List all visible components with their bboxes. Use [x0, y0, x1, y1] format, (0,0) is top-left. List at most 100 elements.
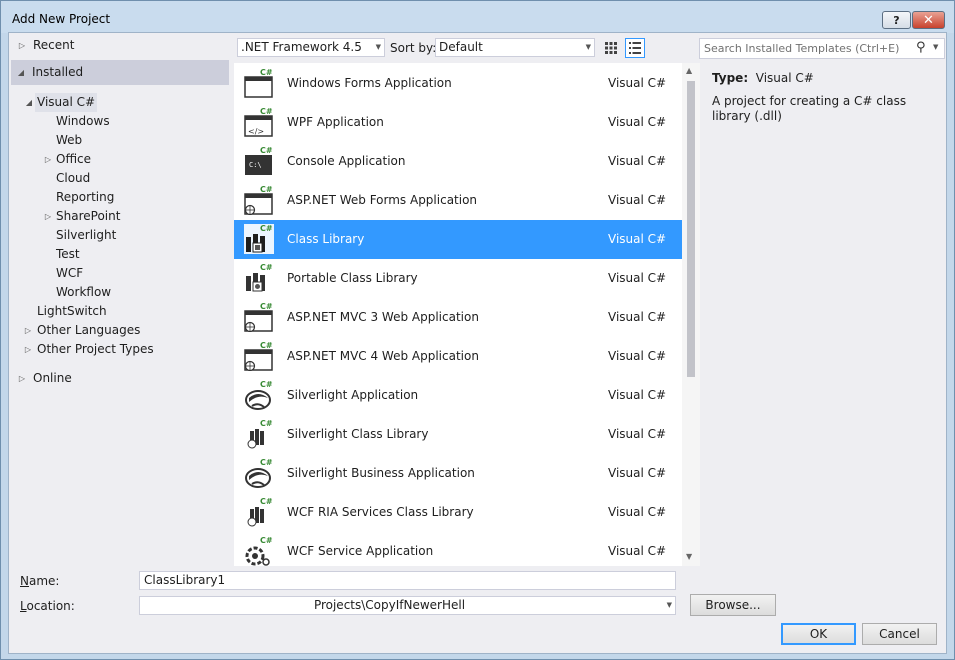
svg-text:C#: C#: [260, 107, 273, 116]
add-new-project-dialog: Add New Project ? ✕ ▷ Recent ◢ Installed…: [0, 0, 955, 660]
silverlight-icon: C#: [245, 380, 273, 410]
svg-text:C#: C#: [260, 380, 273, 389]
scrollbar-thumb[interactable]: [687, 81, 695, 377]
template-language: Visual C#: [608, 271, 667, 285]
tree-item-reporting[interactable]: Reporting: [11, 188, 229, 207]
expand-arrow-icon[interactable]: ▷: [23, 321, 33, 340]
collapse-arrow-icon[interactable]: ◢: [24, 93, 34, 112]
template-name: Silverlight Class Library: [287, 427, 429, 441]
tree-item-sharepoint[interactable]: ▷ SharePoint: [11, 207, 229, 226]
tree-item-web[interactable]: Web: [11, 131, 229, 150]
tree-item-installed[interactable]: ◢ Installed: [11, 63, 229, 82]
dialog-title: Add New Project: [12, 12, 111, 26]
template-name: Class Library: [287, 232, 365, 246]
tree-item-silverlight[interactable]: Silverlight: [11, 226, 229, 245]
web-app-icon: C#: [244, 341, 273, 371]
expand-arrow-icon[interactable]: ▷: [43, 207, 53, 226]
template-language: Visual C#: [608, 544, 667, 558]
template-row[interactable]: C# Silverlight Class Library Visual C#: [234, 415, 682, 454]
template-row[interactable]: C# Silverlight Business Application Visual…: [234, 454, 682, 493]
template-name: Silverlight Application: [287, 388, 419, 402]
help-icon: ?: [893, 13, 900, 27]
location-field[interactable]: Projects\CopyIfNewerHell ▼: [139, 596, 676, 615]
silverlight-library-icon: C#: [247, 419, 273, 449]
tree-item-recent[interactable]: ▷ Recent: [11, 36, 229, 55]
template-row[interactable]: C:\ C# Console Application Visual C#: [234, 142, 682, 181]
template-language: Visual C#: [608, 193, 667, 207]
scroll-down-icon[interactable]: ▼: [686, 552, 692, 561]
collapse-arrow-icon[interactable]: ◢: [16, 63, 26, 82]
tree-item-test[interactable]: Test: [11, 245, 229, 264]
template-name: ASP.NET MVC 4 Web Application: [287, 349, 479, 363]
help-button[interactable]: ?: [882, 11, 911, 29]
tree-item-cloud[interactable]: Cloud: [11, 169, 229, 188]
template-row[interactable]: C# Silverlight Application Visual C#: [234, 376, 682, 415]
tree-item-online[interactable]: ▷ Online: [11, 369, 229, 388]
search-templates-input[interactable]: [704, 41, 904, 56]
svg-text:C#: C#: [260, 263, 273, 272]
small-icons-view-button[interactable]: [601, 38, 621, 58]
template-row[interactable]: C# Windows Forms Application Visual C#: [234, 64, 682, 103]
template-row[interactable]: C# ASP.NET MVC 3 Web Application Visual C#: [234, 298, 682, 337]
title-bar[interactable]: Add New Project ? ✕: [1, 1, 954, 33]
project-form: Name: ClassLibrary1 Location: Projects\C…: [9, 566, 946, 653]
scroll-up-icon[interactable]: ▲: [686, 66, 692, 75]
chevron-down-icon[interactable]: ▼: [667, 597, 672, 614]
template-list-scrollbar[interactable]: ▲ ▼: [682, 63, 700, 566]
search-templates-box[interactable]: ⚲ ▼: [699, 38, 945, 59]
template-type: Type: Visual C#: [712, 71, 814, 85]
template-row[interactable]: C# ASP.NET Web Forms Application Visual C#: [234, 181, 682, 220]
tree-item-other-languages[interactable]: ▷ Other Languages: [11, 321, 229, 340]
template-name: Windows Forms Application: [287, 76, 452, 90]
tree-item-wcf[interactable]: WCF: [11, 264, 229, 283]
template-name: Portable Class Library: [287, 271, 418, 285]
console-icon: C:\ C#: [245, 146, 273, 175]
template-category-tree: ▷ Recent ◢ Installed ◢ Visual C# Windows…: [11, 34, 229, 566]
svg-text:C#: C#: [260, 185, 273, 194]
ok-button[interactable]: OK: [781, 623, 856, 645]
svg-text:C#: C#: [260, 419, 273, 428]
tree-item-office[interactable]: ▷ Office: [11, 150, 229, 169]
expand-arrow-icon[interactable]: ▷: [43, 150, 53, 169]
wpf-icon: </> C#: [244, 107, 273, 137]
template-language: Visual C#: [608, 388, 667, 402]
template-row[interactable]: C# ASP.NET MVC 4 Web Application Visual C#: [234, 337, 682, 376]
winforms-icon: C#: [244, 68, 273, 98]
chevron-down-icon: ▼: [585, 43, 591, 51]
template-row[interactable]: C# Portable Class Library Visual C#: [234, 259, 682, 298]
expand-arrow-icon[interactable]: ▷: [17, 36, 27, 55]
tree-item-windows[interactable]: Windows: [11, 112, 229, 131]
search-icon[interactable]: ⚲: [916, 40, 926, 55]
template-row[interactable]: C# Class Library Visual C#: [234, 220, 682, 259]
svg-text:</>: </>: [248, 127, 264, 136]
close-icon: ✕: [923, 12, 934, 28]
cancel-button[interactable]: Cancel: [862, 623, 937, 645]
chevron-down-icon[interactable]: ▼: [933, 43, 938, 51]
tree-item-lightswitch[interactable]: LightSwitch: [11, 302, 229, 321]
location-label: Location:: [20, 599, 75, 613]
template-name: Console Application: [287, 154, 406, 168]
tree-item-other-project-types[interactable]: ▷ Other Project Types: [11, 340, 229, 359]
project-name-field[interactable]: ClassLibrary1: [139, 571, 676, 590]
chevron-down-icon: ▼: [375, 43, 381, 51]
template-row[interactable]: C# WCF RIA Services Class Library Visual C…: [234, 493, 682, 532]
tree-item-visual-csharp[interactable]: ◢ Visual C#: [11, 93, 229, 112]
grid-view-icon: [605, 42, 617, 54]
tree-item-workflow[interactable]: Workflow: [11, 283, 229, 302]
details-view-button[interactable]: [625, 38, 645, 58]
browse-button[interactable]: Browse...: [690, 594, 776, 616]
framework-dropdown[interactable]: .NET Framework 4.5 ▼: [237, 38, 385, 57]
template-language: Visual C#: [608, 349, 667, 363]
template-row[interactable]: </> C# WPF Application Visual C#: [234, 103, 682, 142]
template-name: WPF Application: [287, 115, 384, 129]
close-button[interactable]: ✕: [912, 11, 945, 29]
expand-arrow-icon[interactable]: ▷: [17, 369, 27, 388]
list-view-icon: [629, 42, 641, 54]
svg-text:C#: C#: [260, 497, 273, 506]
sort-by-dropdown[interactable]: Default ▼: [435, 38, 595, 57]
template-language: Visual C#: [608, 232, 667, 246]
template-name: WCF RIA Services Class Library: [287, 505, 474, 519]
template-language: Visual C#: [608, 505, 667, 519]
template-language: Visual C#: [608, 427, 667, 441]
expand-arrow-icon[interactable]: ▷: [23, 340, 33, 359]
